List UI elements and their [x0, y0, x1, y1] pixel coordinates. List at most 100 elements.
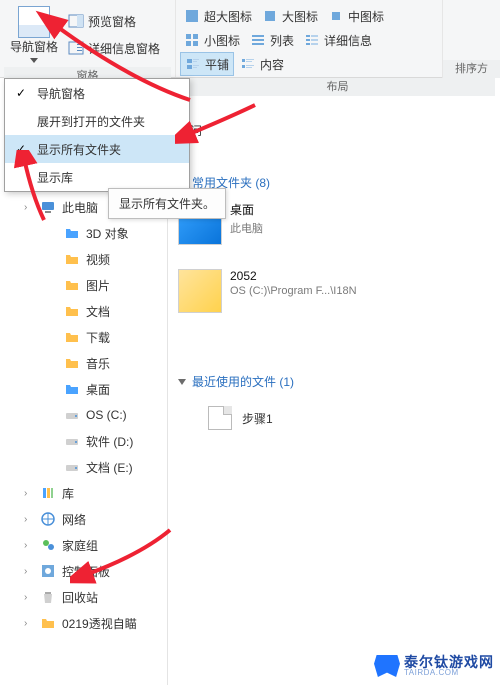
homegroup-icon: [40, 537, 56, 553]
view-list[interactable]: 列表: [246, 28, 298, 52]
nav-pane-icon: [18, 6, 50, 38]
folder-orange-icon: [40, 615, 56, 631]
check-icon: ✓: [13, 86, 29, 100]
tree-item-label: 文档: [86, 303, 110, 320]
network-icon: [40, 511, 56, 527]
tree-item[interactable]: 下载: [0, 324, 167, 350]
nav-pane-label: 导航窗格: [10, 38, 58, 55]
nav-pane-dropdown: ✓ 导航窗格 展开到打开的文件夹 ✓ 显示所有文件夹 显示库: [4, 78, 190, 192]
frequent-item[interactable]: 2052 OS (C:)\Program F...\I18N: [178, 269, 408, 313]
medium-icon: [328, 8, 344, 24]
ribbon-group-panes: 导航窗格 预览窗格 详细信息窗格 窗格: [0, 0, 176, 77]
tree-item[interactable]: 图片: [0, 272, 167, 298]
watermark-cn: 泰尔钛游戏网: [404, 655, 494, 669]
folder-thumb-icon: [178, 269, 222, 313]
tree-item-label: 文档 (E:): [86, 459, 133, 476]
tree-item[interactable]: 文档 (E:): [0, 454, 167, 480]
tree-item-label: 3D 对象: [86, 225, 129, 242]
folder-orange-icon: [64, 277, 80, 293]
tree-item[interactable]: ›0219透视自瞄: [0, 610, 167, 636]
library-icon: [40, 485, 56, 501]
tree-item[interactable]: OS (C:): [0, 402, 167, 428]
view-tiles[interactable]: 平铺: [180, 52, 234, 76]
tree-item[interactable]: › 回收站: [0, 584, 167, 610]
expander-icon: ›: [24, 592, 34, 603]
recent-file-item[interactable]: 步骤1: [178, 400, 492, 436]
menu-item-label: 展开到打开的文件夹: [37, 113, 145, 130]
large-icon: [262, 8, 278, 24]
tree-item-label: 控制面板: [62, 563, 110, 580]
folder-orange-icon: [64, 329, 80, 345]
section-title: 最近使用的文件 (1): [192, 373, 294, 390]
tree-item-label: OS (C:): [86, 408, 127, 422]
tree-item[interactable]: 视频: [0, 246, 167, 272]
item-name: 2052: [230, 269, 357, 283]
view-content-label: 内容: [260, 56, 284, 73]
folder-blue-icon: [64, 225, 80, 241]
tree-item[interactable]: › 控制面板: [0, 558, 167, 584]
tree-item[interactable]: 桌面: [0, 376, 167, 402]
drive-icon: [64, 407, 80, 423]
view-large-label: 大图标: [282, 8, 318, 25]
document-icon: [208, 406, 232, 430]
view-list-label: 列表: [270, 32, 294, 49]
tree-item-label: 网络: [62, 511, 86, 528]
item-sub: OS (C:)\Program F...\I18N: [230, 285, 357, 297]
expander-icon: ›: [24, 514, 34, 525]
tiles-icon: [185, 56, 201, 72]
section-recent-files[interactable]: 最近使用的文件 (1): [178, 373, 492, 390]
view-medium[interactable]: 中图标: [324, 4, 388, 28]
small-icon: [184, 32, 200, 48]
menu-item-label: 显示库: [37, 169, 73, 186]
tree-item[interactable]: ›家庭组: [0, 532, 167, 558]
details-pane-icon: [68, 40, 84, 56]
details-view-icon: [304, 32, 320, 48]
tree-item[interactable]: ›库: [0, 480, 167, 506]
menu-item-show-libraries[interactable]: 显示库: [5, 163, 189, 191]
tree-item-label: 0219透视自瞄: [62, 615, 137, 632]
tree-item-label: 桌面: [86, 381, 110, 398]
view-content[interactable]: 内容: [236, 52, 288, 76]
content-icon: [240, 56, 256, 72]
folder-orange-icon: [64, 355, 80, 371]
view-small[interactable]: 小图标: [180, 28, 244, 52]
extra-large-icon: [184, 8, 200, 24]
tree-item[interactable]: › 网络: [0, 506, 167, 532]
tree-item-label: 回收站: [62, 589, 98, 606]
tree-item[interactable]: 3D 对象: [0, 220, 167, 246]
pc-icon: [40, 199, 56, 215]
tree-item-label: 库: [62, 485, 74, 502]
expander-icon: ›: [24, 540, 34, 551]
tooltip-text: 显示所有文件夹。: [119, 197, 215, 211]
tree-item[interactable]: 音乐: [0, 350, 167, 376]
view-details-label: 详细信息: [324, 32, 372, 49]
menu-item-show-all-folders[interactable]: ✓ 显示所有文件夹: [5, 135, 189, 163]
watermark-logo-icon: [374, 655, 400, 677]
view-details[interactable]: 详细信息: [300, 28, 376, 52]
view-tiles-label: 平铺: [205, 56, 229, 73]
tree-item-label: 软件 (D:): [86, 433, 133, 450]
view-extra-large-label: 超大图标: [204, 8, 252, 25]
recent-list: 步骤1: [178, 400, 492, 436]
tree-item[interactable]: 文档: [0, 298, 167, 324]
menu-item-label: 显示所有文件夹: [37, 141, 121, 158]
chevron-down-icon: [178, 379, 186, 385]
folder-orange-icon: [64, 251, 80, 267]
view-extra-large[interactable]: 超大图标: [180, 4, 256, 28]
watermark-en: TAIRDA.COM: [404, 669, 494, 677]
details-pane-button[interactable]: 详细信息窗格: [64, 36, 164, 60]
control-icon: [40, 563, 56, 579]
tree-item[interactable]: 软件 (D:): [0, 428, 167, 454]
expander-icon: ›: [24, 202, 34, 213]
nav-pane-button[interactable]: 导航窗格: [4, 2, 64, 67]
menu-item-nav-pane[interactable]: ✓ 导航窗格: [5, 79, 189, 107]
tree-item-label: 视频: [86, 251, 110, 268]
view-medium-label: 中图标: [348, 8, 384, 25]
folder-orange-icon: [64, 303, 80, 319]
view-large[interactable]: 大图标: [258, 4, 322, 28]
menu-item-expand-to-folder[interactable]: 展开到打开的文件夹: [5, 107, 189, 135]
tooltip: 显示所有文件夹。: [108, 188, 226, 219]
folder-blue-icon: [64, 381, 80, 397]
preview-pane-button[interactable]: 预览窗格: [64, 9, 164, 33]
expander-icon: ›: [24, 566, 34, 577]
